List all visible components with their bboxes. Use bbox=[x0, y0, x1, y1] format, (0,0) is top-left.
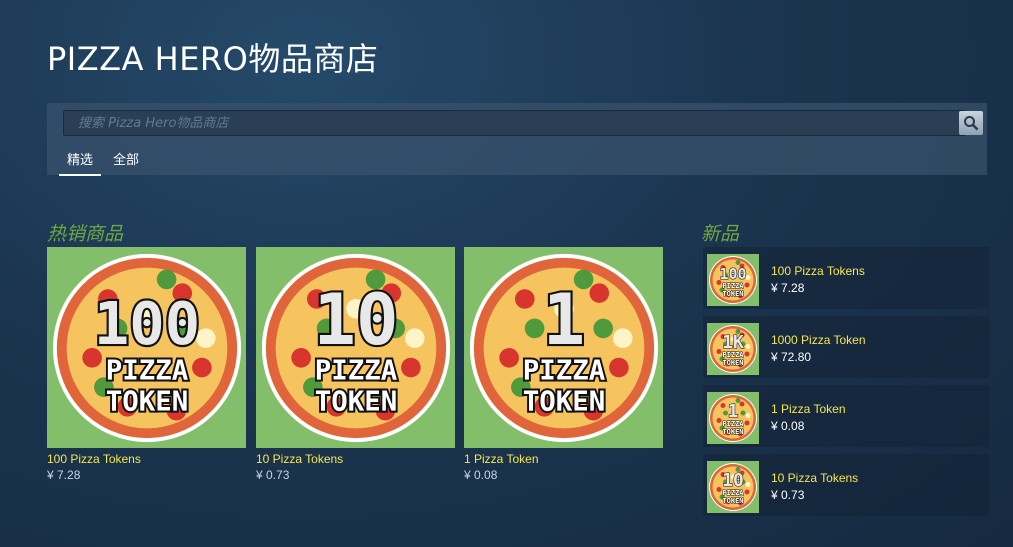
pizza-token-icon: 1PIZZATOKEN bbox=[709, 394, 757, 442]
search-input[interactable] bbox=[64, 111, 948, 135]
new-items-heading: 新品 bbox=[701, 223, 740, 245]
token-amount-label: 1 bbox=[728, 401, 739, 422]
bestseller-card[interactable]: 100 PIZZA TOKEN 100 Pizza Tokens ¥ 7.28 bbox=[47, 247, 246, 482]
item-name[interactable]: 10 Pizza Tokens bbox=[256, 452, 455, 466]
page-title: PIZZA HERO物品商店 bbox=[47, 40, 379, 78]
new-item-row[interactable]: 10 PIZZA TOKEN 10 Pizza Tokens ¥ 0.73 bbox=[703, 454, 989, 516]
token-token-label: TOKEN bbox=[314, 386, 397, 417]
token-pizza-label: PIZZA bbox=[105, 355, 188, 386]
pizza-token-icon: 10PIZZATOKEN bbox=[709, 463, 757, 511]
new-item-row[interactable]: 1 PIZZA TOKEN 1 Pizza Token ¥ 0.08 bbox=[703, 385, 989, 447]
token-pizza-label: PIZZA bbox=[722, 489, 744, 497]
token-token-label: TOKEN bbox=[522, 386, 605, 417]
token-token-label: TOKEN bbox=[722, 428, 743, 436]
item-name[interactable]: 100 Pizza Tokens bbox=[47, 452, 246, 466]
pizza-token-icon: 100PIZZATOKEN bbox=[52, 253, 241, 442]
item-name[interactable]: 1 Pizza Token bbox=[464, 452, 663, 466]
item-image[interactable]: 100 PIZZA TOKEN bbox=[47, 247, 246, 448]
pizza-token-icon: 10PIZZATOKEN bbox=[261, 253, 450, 442]
item-price: ¥ 0.08 bbox=[464, 468, 498, 482]
item-thumbnail[interactable]: 1K PIZZA TOKEN bbox=[707, 323, 759, 375]
tab-bar: 精选 全部 bbox=[59, 147, 151, 176]
item-price: ¥ 0.08 bbox=[771, 419, 805, 433]
item-price: ¥ 7.28 bbox=[47, 468, 81, 482]
item-image[interactable]: 1 PIZZA TOKEN bbox=[464, 247, 663, 448]
item-thumbnail[interactable]: 1 PIZZA TOKEN bbox=[707, 392, 759, 444]
item-price: ¥ 72.80 bbox=[771, 350, 812, 364]
token-amount-label: 10 bbox=[722, 470, 744, 491]
token-token-label: TOKEN bbox=[722, 290, 743, 298]
item-image[interactable]: 10 PIZZA TOKEN bbox=[256, 247, 455, 448]
item-name[interactable]: 1000 Pizza Token bbox=[771, 333, 866, 347]
tab-featured[interactable]: 精选 bbox=[59, 147, 102, 176]
token-pizza-label: PIZZA bbox=[722, 420, 744, 428]
item-price: ¥ 0.73 bbox=[256, 468, 290, 482]
token-amount-label: 1 bbox=[542, 279, 584, 361]
token-pizza-label: PIZZA bbox=[522, 355, 605, 386]
bestseller-card[interactable]: 1 PIZZA TOKEN 1 Pizza Token ¥ 0.08 bbox=[464, 247, 663, 482]
new-item-row[interactable]: 100 PIZZA TOKEN 100 Pizza Tokens ¥ 7.28 bbox=[703, 247, 989, 309]
tab-all[interactable]: 全部 bbox=[105, 147, 147, 176]
item-name[interactable]: 100 Pizza Tokens bbox=[771, 264, 865, 278]
token-pizza-label: PIZZA bbox=[722, 351, 744, 359]
new-item-row[interactable]: 1K PIZZA TOKEN 1000 Pizza Token ¥ 72.80 bbox=[703, 316, 989, 378]
item-name[interactable]: 10 Pizza Tokens bbox=[771, 471, 858, 485]
token-pizza-label: PIZZA bbox=[722, 282, 744, 290]
search-button[interactable] bbox=[959, 111, 983, 135]
pizza-token-icon: 100PIZZATOKEN bbox=[709, 256, 757, 304]
item-thumbnail[interactable]: 100 PIZZA TOKEN bbox=[707, 254, 759, 306]
token-amount-label: 100 bbox=[719, 265, 746, 283]
token-token-label: TOKEN bbox=[722, 497, 743, 505]
search-panel: 精选 全部 bbox=[47, 103, 987, 176]
item-price: ¥ 7.28 bbox=[771, 281, 805, 295]
bestseller-card[interactable]: 10 PIZZA TOKEN 10 Pizza Tokens ¥ 0.73 bbox=[256, 247, 455, 482]
item-price: ¥ 0.73 bbox=[771, 488, 805, 502]
item-thumbnail[interactable]: 10 PIZZA TOKEN bbox=[707, 461, 759, 513]
token-amount-label: 100 bbox=[93, 289, 199, 358]
token-amount-label: 1K bbox=[722, 332, 744, 353]
pizza-token-icon: 1PIZZATOKEN bbox=[469, 253, 658, 442]
token-pizza-label: PIZZA bbox=[314, 355, 397, 386]
bestsellers-heading: 热销商品 bbox=[47, 223, 124, 245]
search-box bbox=[63, 110, 966, 136]
item-name[interactable]: 1 Pizza Token bbox=[771, 402, 846, 416]
token-token-label: TOKEN bbox=[105, 386, 188, 417]
pizza-token-icon: 1KPIZZATOKEN bbox=[709, 325, 757, 373]
search-icon bbox=[964, 116, 979, 131]
token-token-label: TOKEN bbox=[722, 359, 743, 367]
token-amount-label: 10 bbox=[313, 279, 398, 361]
